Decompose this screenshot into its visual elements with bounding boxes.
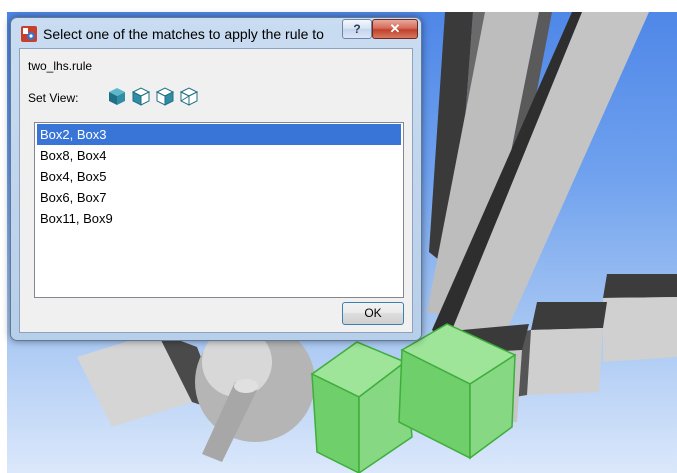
list-item[interactable]: Box8, Box4 <box>37 145 401 166</box>
dialog-title: Select one of the matches to apply the r… <box>43 26 324 42</box>
ok-button[interactable]: OK <box>342 302 404 325</box>
step-box-front-2 <box>527 328 603 395</box>
outline-cube-icon[interactable] <box>178 85 200 107</box>
dialog-titlebar[interactable]: Select one of the matches to apply the r… <box>11 18 421 48</box>
help-button[interactable]: ? <box>342 19 372 39</box>
step-box-top-2 <box>531 302 607 330</box>
list-item[interactable]: Box6, Box7 <box>37 187 401 208</box>
match-list[interactable]: Box2, Box3 Box8, Box4 Box4, Box5 Box6, B… <box>34 122 404 298</box>
set-view-label: Set View: <box>28 91 79 105</box>
list-item[interactable]: Box4, Box5 <box>37 166 401 187</box>
solid-cube-icon[interactable] <box>106 85 128 107</box>
select-match-dialog: Select one of the matches to apply the r… <box>10 17 422 341</box>
rule-file-name: two_lhs.rule <box>28 59 93 73</box>
cylinder-cap <box>234 379 258 393</box>
shaded-cube-icon[interactable] <box>130 85 152 107</box>
list-item[interactable]: Box2, Box3 <box>37 124 401 145</box>
step-box-top-1 <box>603 274 677 298</box>
close-button[interactable]: ✕ <box>372 19 418 39</box>
wireframe-cube-icon[interactable] <box>154 85 176 107</box>
step-box-front-1 <box>603 297 677 362</box>
list-item[interactable]: Box11, Box9 <box>37 208 401 229</box>
dialog-client-area: two_lhs.rule Set View: Box2, Box3 Box8, … <box>19 48 413 333</box>
app-gear-icon <box>21 26 37 42</box>
